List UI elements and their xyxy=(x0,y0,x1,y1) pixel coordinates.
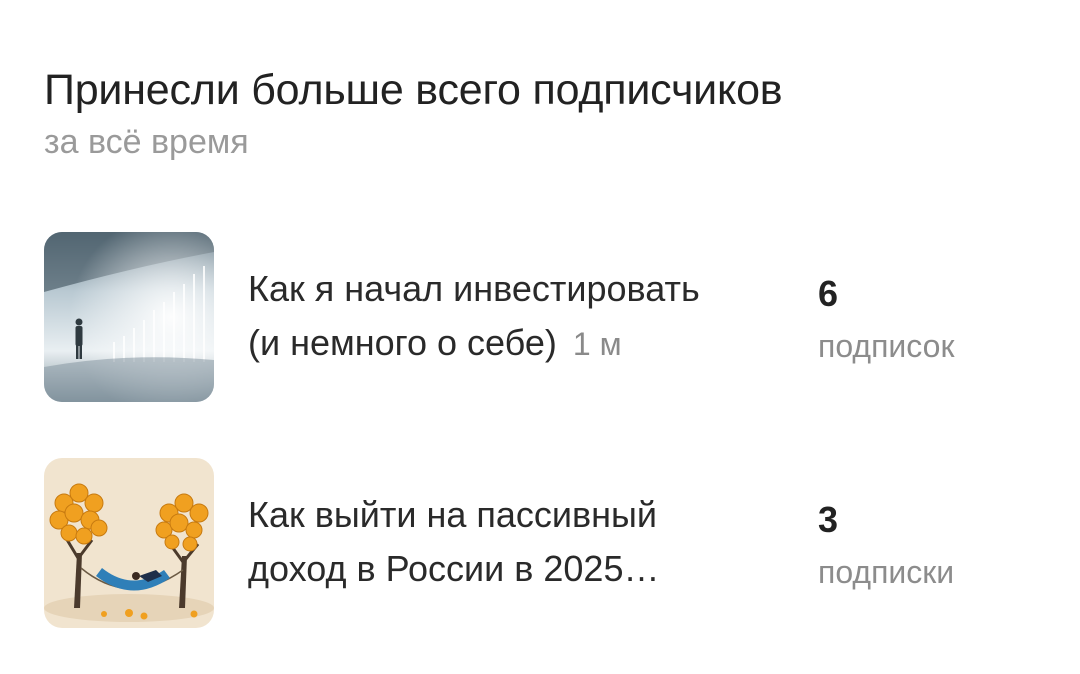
article-title-line1: Как я начал инвестировать xyxy=(248,268,700,309)
section-title: Принесли больше всего подписчиков xyxy=(44,66,783,114)
article-read-time: 1 м xyxy=(572,326,622,362)
subscriptions-label: подписки xyxy=(818,554,955,590)
subscriptions-stat: 3 подписки xyxy=(818,496,954,596)
article-title[interactable]: Как выйти на пассивный доход в России в … xyxy=(248,488,788,596)
list-item[interactable]: Как я начал инвестировать (и немного о с… xyxy=(44,230,1044,402)
article-title-line2: доход в России в 2025… xyxy=(248,548,660,589)
subscriptions-count: 3 xyxy=(818,499,839,540)
list-item[interactable]: Как выйти на пассивный доход в России в … xyxy=(44,456,1044,628)
article-title[interactable]: Как я начал инвестировать (и немного о с… xyxy=(248,262,788,371)
subscriptions-stat: 6 подписок xyxy=(818,270,954,370)
person-facing-glowing-chart-image xyxy=(44,232,214,402)
article-title-line2: (и немного о себе) xyxy=(248,322,557,363)
section-subtitle: за всё время xyxy=(44,123,249,161)
subscriptions-label: подписок xyxy=(818,328,955,364)
subscriptions-count: 6 xyxy=(818,273,839,314)
article-title-line1: Как выйти на пассивный xyxy=(248,494,657,535)
hammock-money-trees-image xyxy=(44,458,214,628)
article-thumbnail xyxy=(44,232,214,402)
article-thumbnail xyxy=(44,458,214,628)
section-header: Принесли больше всего подписчиков за всё… xyxy=(44,60,1040,164)
